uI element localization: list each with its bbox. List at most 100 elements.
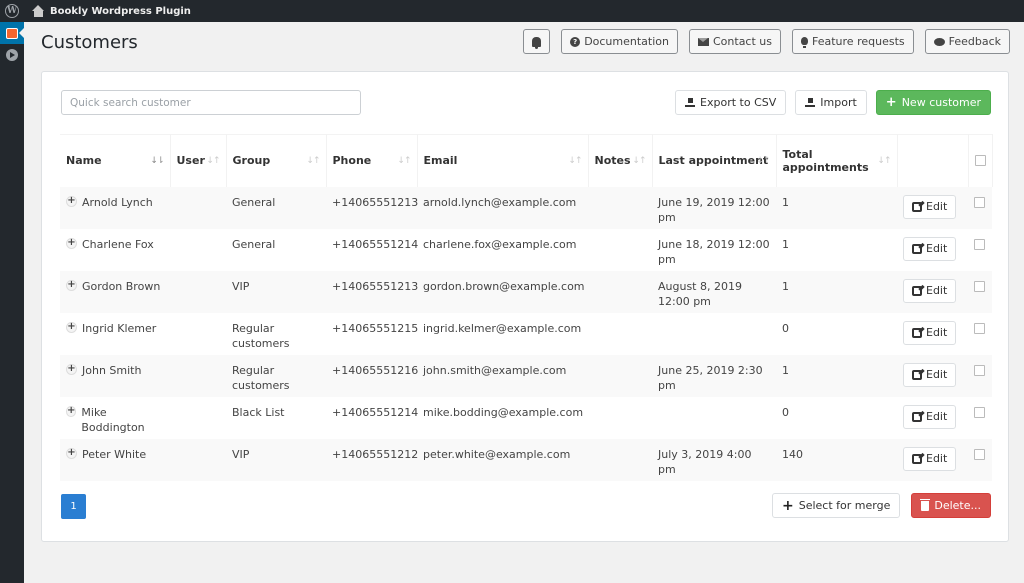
cell-last-appointment: June 25, 2019 2:30 pm [652, 354, 776, 397]
column-header-email[interactable]: Email ↓↑ [417, 134, 589, 187]
sort-icon: ↓↑ [756, 155, 770, 166]
edit-button[interactable]: Edit [903, 236, 957, 261]
row-checkbox[interactable] [974, 196, 985, 208]
row-checkbox[interactable] [974, 364, 985, 376]
sidebar-item-media[interactable] [0, 44, 24, 66]
cell-phone: +14065551215 [326, 312, 418, 355]
cell-name: + John Smith [60, 354, 170, 397]
column-header-phone[interactable]: Phone ↓↑ [326, 134, 418, 187]
sort-icon: ↓↑ [306, 155, 320, 166]
row-checkbox[interactable] [974, 238, 985, 250]
column-header-group[interactable]: Group ↓↑ [226, 134, 327, 187]
column-header-name[interactable]: Name ↓⇂ [60, 134, 171, 187]
wordpress-logo-icon[interactable]: W [0, 0, 24, 22]
cell-user [170, 354, 226, 397]
import-button[interactable]: Import [795, 90, 867, 115]
column-header-notes[interactable]: Notes ↓↑ [588, 134, 653, 187]
edit-button[interactable]: Edit [903, 278, 957, 303]
sidebar-item-bookly[interactable] [0, 22, 24, 44]
sort-icon: ↓↑ [397, 155, 411, 166]
cell-total-appointments: 0 [776, 396, 897, 439]
customer-name: Ingrid Klemer [82, 321, 157, 335]
cell-group: Regular customers [226, 312, 326, 355]
delete-button[interactable]: Delete... [911, 493, 991, 518]
table-row: + Mike Boddington Black List +14065551214 mi… [60, 396, 992, 439]
cell-name: + Ingrid Klemer [60, 312, 170, 355]
cell-select [968, 438, 992, 481]
customer-name: John Smith [82, 363, 142, 377]
contact-us-button[interactable]: Contact us [689, 29, 781, 54]
cell-phone: +14065551212 [326, 438, 418, 481]
cell-select [968, 186, 992, 229]
table-row: + Peter White VIP +14065551212 peter.white@e… [60, 438, 992, 481]
new-customer-button[interactable]: + New customer [875, 90, 991, 115]
cell-select [968, 270, 992, 313]
cell-actions: Edit [897, 312, 968, 355]
cell-group: Regular customers [226, 354, 326, 397]
cell-actions: Edit [897, 354, 968, 397]
cell-actions: Edit [897, 228, 968, 271]
edit-icon [912, 327, 922, 338]
expand-row-icon[interactable]: + [66, 237, 77, 249]
cell-email: gordon.brown@example.com [417, 270, 588, 313]
cell-total-appointments: 1 [776, 186, 897, 229]
select-all-checkbox[interactable] [974, 154, 986, 166]
cell-group: Black List [226, 396, 326, 439]
cell-last-appointment: August 8, 2019 12:00 pm [652, 270, 776, 313]
cell-name: + Peter White [60, 438, 170, 481]
edit-button[interactable]: Edit [903, 446, 957, 471]
cell-actions: Edit [897, 186, 968, 229]
notifications-button[interactable] [523, 29, 551, 54]
cell-notes [588, 228, 652, 271]
row-checkbox[interactable] [974, 406, 985, 418]
table-row: + Arnold Lynch General +14065551213 arnold.l… [60, 186, 992, 229]
cell-last-appointment [652, 396, 776, 439]
table-row: + John Smith Regular customers +14065551216… [60, 354, 992, 397]
expand-row-icon[interactable]: + [66, 447, 77, 459]
expand-row-icon[interactable]: + [66, 321, 77, 333]
cell-notes [588, 438, 652, 481]
cell-phone: +14065551216 [326, 354, 418, 397]
expand-row-icon[interactable]: + [66, 195, 77, 207]
row-checkbox[interactable] [974, 448, 985, 460]
table-row: + Gordon Brown VIP +14065551213 gordon.brown… [60, 270, 992, 313]
column-header-user[interactable]: User ↓↑ [170, 134, 227, 187]
cell-select [968, 354, 992, 397]
lightbulb-icon [801, 36, 808, 48]
cell-notes [588, 186, 652, 229]
pagination-page-1[interactable]: 1 [61, 494, 86, 519]
edit-button[interactable]: Edit [903, 194, 957, 219]
home-icon [32, 5, 45, 17]
export-csv-button[interactable]: Export to CSV [675, 90, 787, 115]
cell-select [968, 396, 992, 439]
cell-total-appointments: 140 [776, 438, 897, 481]
feedback-button[interactable]: Feedback [924, 29, 1010, 54]
cell-total-appointments: 0 [776, 312, 897, 355]
customer-name: Arnold Lynch [82, 195, 153, 209]
admin-bar: W Bookly Wordpress Plugin [0, 0, 1024, 22]
cell-user [170, 396, 226, 439]
customers-panel: Export to CSV Import +New customer Name↓… [41, 71, 1009, 542]
cell-email: ingrid.kelmer@example.com [417, 312, 588, 355]
edit-icon [912, 285, 922, 296]
expand-row-icon[interactable]: + [66, 363, 77, 375]
feature-requests-button[interactable]: Feature requests [792, 29, 914, 54]
edit-button[interactable]: Edit [903, 320, 957, 345]
cell-email: john.smith@example.com [417, 354, 588, 397]
column-header-total-appointments[interactable]: Total appointments ↓↑ [776, 134, 898, 187]
select-for-merge-button[interactable]: + Select for merge [772, 493, 901, 518]
cell-group: General [226, 186, 326, 229]
expand-row-icon[interactable]: + [66, 279, 77, 291]
column-header-last-appointment[interactable]: Last appointment ↓↑ [652, 134, 777, 187]
site-home-link[interactable]: Bookly Wordpress Plugin [32, 5, 191, 17]
row-checkbox[interactable] [974, 322, 985, 334]
cell-user [170, 228, 226, 271]
edit-button[interactable]: Edit [903, 362, 957, 387]
expand-row-icon[interactable]: + [66, 405, 77, 417]
bell-icon [532, 36, 542, 49]
admin-sidebar [0, 22, 24, 583]
quick-search-input[interactable] [61, 90, 361, 115]
documentation-button[interactable]: ? Documentation [561, 29, 678, 54]
edit-button[interactable]: Edit [903, 404, 957, 429]
row-checkbox[interactable] [974, 280, 985, 292]
